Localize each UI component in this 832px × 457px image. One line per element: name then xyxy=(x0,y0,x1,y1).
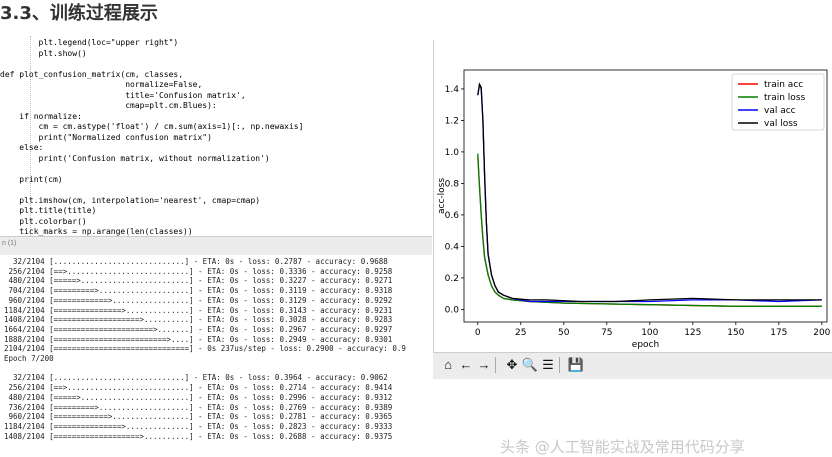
x-axis-label: epoch xyxy=(632,340,659,350)
save-icon[interactable]: 💾 xyxy=(567,356,585,374)
pan-icon[interactable]: ✥ xyxy=(503,356,521,374)
console-line: 960/2104 [============>.................… xyxy=(4,412,393,422)
console-line: 960/2104 [============>.................… xyxy=(4,295,393,305)
forward-icon[interactable]: → xyxy=(475,356,493,374)
x-tick-label: 175 xyxy=(770,328,787,338)
code-line: def plot_confusion_matrix(cm, classes, xyxy=(0,69,184,79)
y-tick-label: 1.2 xyxy=(445,116,459,126)
code-line: cm = cm.astype('float') / cm.sum(axis=1)… xyxy=(0,122,304,131)
x-tick-label: 200 xyxy=(813,328,830,338)
console-line: 1184/2104 [===============>.............… xyxy=(4,421,393,431)
console-line: Epoch 7/200 xyxy=(4,354,54,363)
console-line: 32/2104 [.............................] … xyxy=(4,257,388,266)
console-line: 736/2104 [=========>....................… xyxy=(4,402,393,412)
code-line: plt.legend(loc="upper right") xyxy=(0,38,179,47)
console-line: 32/2104 [.............................] … xyxy=(4,373,388,383)
y-tick-label: 0.2 xyxy=(445,274,459,284)
x-tick-label: 125 xyxy=(684,328,701,338)
console-line: 1408/2104 [===================>.........… xyxy=(4,431,393,441)
toolbar-separator xyxy=(495,357,496,373)
code-line: tick_marks = np.arange(len(classes)) xyxy=(0,227,193,236)
y-axis-label: acc-loss xyxy=(437,178,447,214)
console-line: 256/2104 [==>...........................… xyxy=(4,383,393,393)
code-line: print(cm) xyxy=(0,174,63,184)
code-editor[interactable]: plt.legend(loc="upper right") plt.show()… xyxy=(0,36,433,236)
x-tick-label: 75 xyxy=(601,328,612,338)
code-line: print('Confusion matrix, without normali… xyxy=(0,153,270,163)
x-tick-label: 100 xyxy=(641,328,658,338)
x-tick-label: 25 xyxy=(515,328,526,338)
console-line: 480/2104 [=====>........................… xyxy=(4,276,393,286)
console-line: 2104/2104 [=============================… xyxy=(4,344,406,354)
legend-label: val loss xyxy=(764,119,798,129)
code-line: plt.title(title) xyxy=(0,206,97,215)
console-panel-label: n (1) xyxy=(2,240,17,247)
x-tick-label: 50 xyxy=(558,328,570,338)
y-tick-label: 0.0 xyxy=(445,305,460,315)
legend-label: val acc xyxy=(764,106,796,116)
console-panel-tab-bar: n (1) xyxy=(0,236,432,256)
home-icon[interactable]: ⌂ xyxy=(439,356,457,374)
acc-loss-chart: 0 25 50 75 100 125 150 175 2000.00.20.40.60.81.0… xyxy=(437,69,831,350)
legend-label: train acc xyxy=(764,80,803,90)
training-console-output: 32/2104 [.............................] … xyxy=(0,255,432,454)
console-line: 1408/2104 [===================>.........… xyxy=(4,315,393,325)
back-icon[interactable]: ← xyxy=(457,356,475,374)
figure-window: 0 25 50 75 100 125 150 175 200 0.0 0.2 0.4 0.6 0.8 1.0… xyxy=(433,40,832,378)
zoom-icon[interactable]: 🔍 xyxy=(521,356,539,374)
x-tick-label: 150 xyxy=(727,328,744,338)
code-line: cmap=plt.cm.Blues): xyxy=(0,101,217,110)
code-line: title='Confusion matrix', xyxy=(0,90,246,100)
page-heading: 3.3、训练过程展示 xyxy=(0,3,158,24)
console-line: 480/2104 [=====>........................… xyxy=(4,392,393,402)
figure-toolbar: ⌂ ← → ✥ 🔍 ☰ 💾 xyxy=(433,352,832,379)
y-tick-label: 1.4 xyxy=(445,85,460,95)
x-tick-label: 0 xyxy=(475,328,481,338)
console-line: 704/2104 [=========>....................… xyxy=(4,286,393,296)
y-tick-label: 0.4 xyxy=(445,242,460,252)
console-line: 256/2104 [==>...........................… xyxy=(4,266,393,276)
code-line: if normalize: xyxy=(0,111,82,121)
code-line: else: xyxy=(0,143,44,152)
code-line: plt.show() xyxy=(0,48,87,58)
console-line: 1888/2104 [=========================>...… xyxy=(4,334,393,344)
code-line: plt.colorbar() xyxy=(0,216,87,226)
code-line: normalize=False, xyxy=(0,80,203,89)
y-tick-label: 1.0 xyxy=(445,148,460,158)
legend-label: train loss xyxy=(764,93,806,103)
code-line: print("Normalized confusion matrix") xyxy=(0,132,212,142)
console-line: 1664/2104 [======================>......… xyxy=(4,324,393,334)
toolbar-separator xyxy=(559,357,560,373)
console-line: 1184/2104 [===============>.............… xyxy=(4,305,393,315)
configure-subplots-icon[interactable]: ☰ xyxy=(539,356,557,374)
code-line: plt.imshow(cm, interpolation='nearest', … xyxy=(0,195,261,205)
